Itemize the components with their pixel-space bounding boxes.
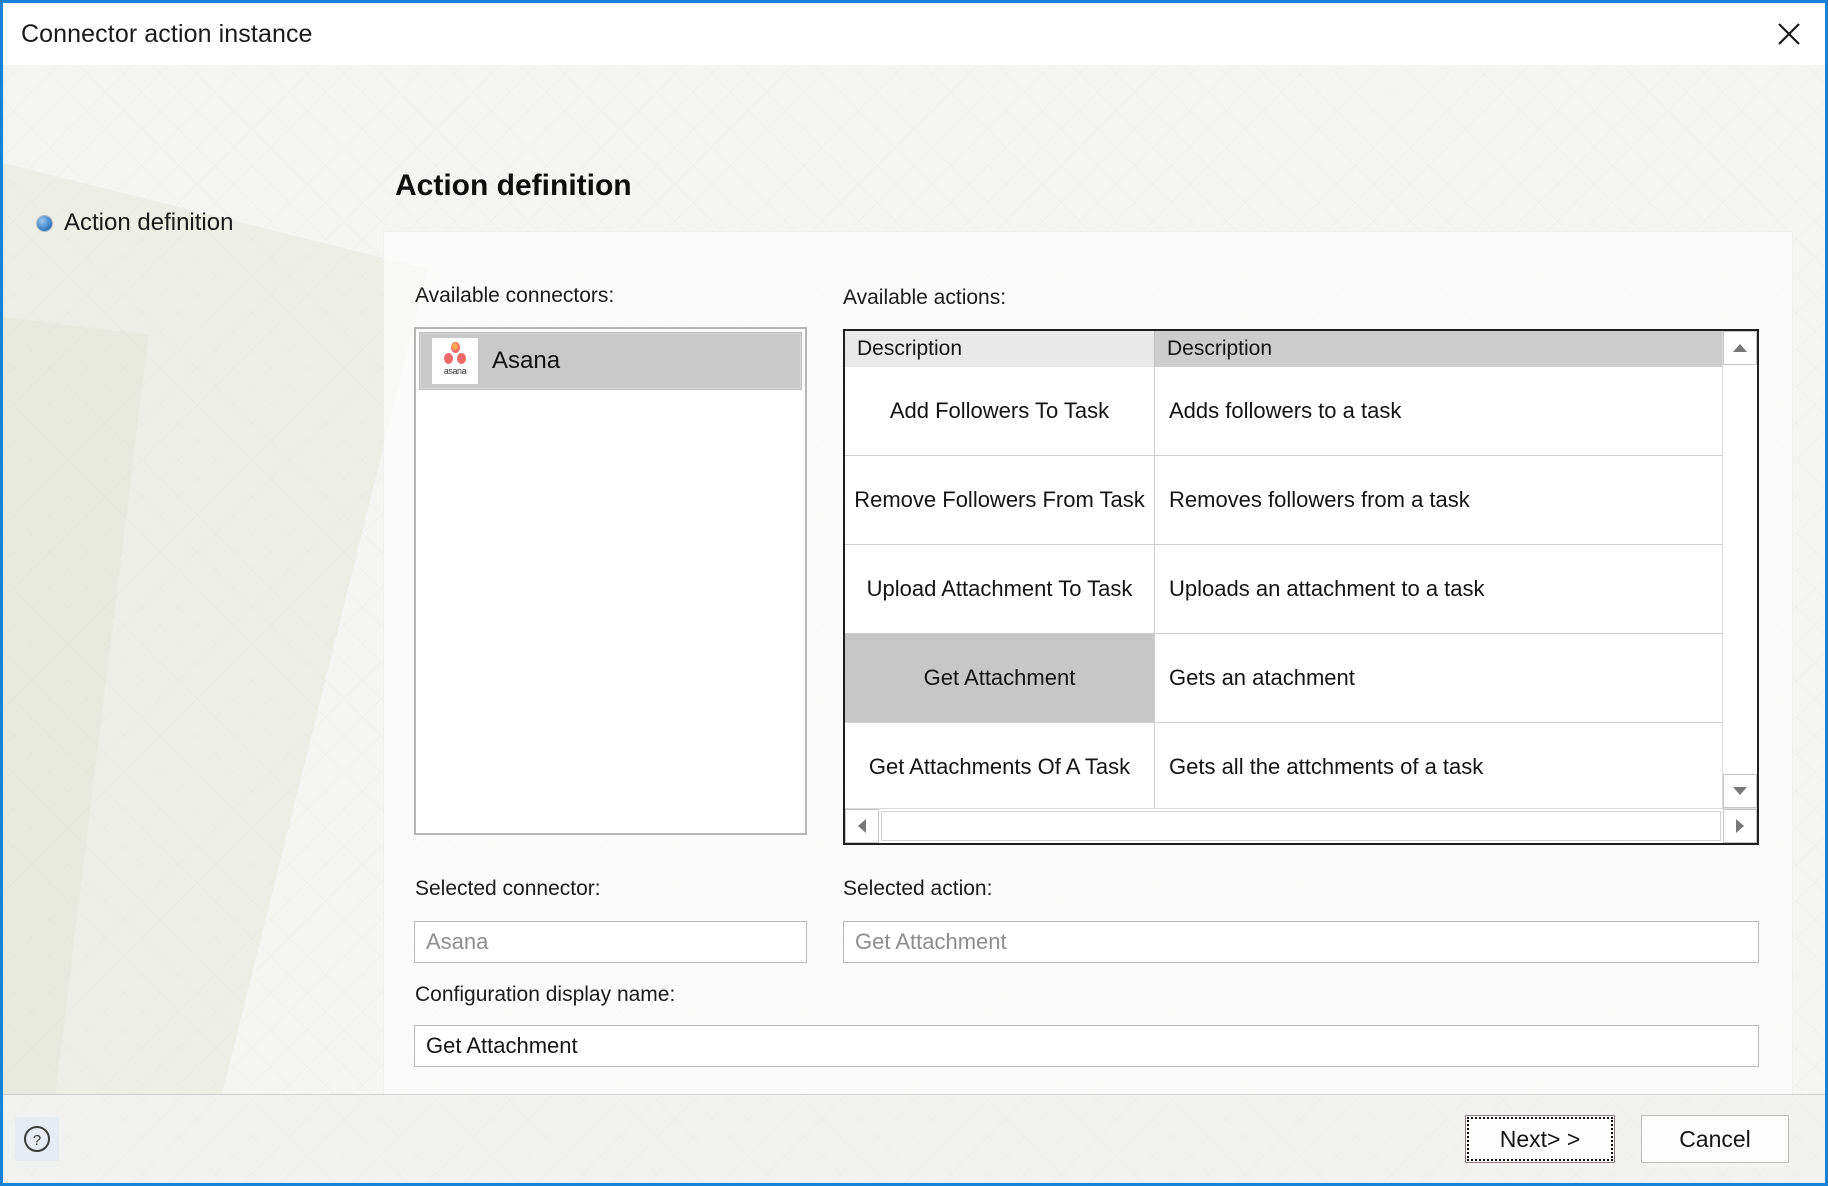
table-row[interactable]: Get Attachments Of A Task Gets all the a… <box>845 723 1722 808</box>
scroll-right-button[interactable] <box>1723 809 1757 843</box>
close-button[interactable] <box>1753 3 1825 65</box>
background-watermark-shape-1 <box>3 133 428 1094</box>
selected-connector-label: Selected connector: <box>415 877 601 900</box>
asana-dots <box>440 342 470 366</box>
available-connectors-list[interactable]: asana Asana <box>414 327 807 835</box>
scroll-up-button[interactable] <box>1723 331 1757 365</box>
window-title: Connector action instance <box>21 19 313 48</box>
next-button[interactable]: Next> > <box>1465 1115 1615 1163</box>
scroll-left-button[interactable] <box>845 809 879 843</box>
scroll-right-arrow-icon <box>1736 819 1744 833</box>
selected-action-field[interactable]: Get Attachment <box>843 921 1759 963</box>
action-name: Get Attachments Of A Task <box>845 723 1155 808</box>
selected-connector-field[interactable]: Asana <box>414 921 807 963</box>
dialog-window: Connector action instance Action definit… <box>0 0 1828 1186</box>
vertical-scrollbar[interactable] <box>1722 331 1757 808</box>
title-bar: Connector action instance <box>3 3 1825 65</box>
scroll-left-arrow-icon <box>858 819 866 833</box>
background-watermark-shape-2 <box>3 283 149 1094</box>
asana-wordmark: asana <box>443 366 467 376</box>
connector-name: Asana <box>492 347 561 374</box>
dialog-footer: ? Next> > Cancel <box>3 1094 1825 1183</box>
table-row-selected[interactable]: Get Attachment Gets an atachment <box>845 634 1722 723</box>
configuration-display-name-label: Configuration display name: <box>415 983 676 1006</box>
action-name: Upload Attachment To Task <box>845 545 1155 633</box>
scroll-up-arrow-icon <box>1733 344 1747 352</box>
action-description: Removes followers from a task <box>1169 487 1470 512</box>
wizard-step-list: Action definition <box>3 65 393 241</box>
page-title: Action definition <box>395 169 632 202</box>
horizontal-scroll-track[interactable] <box>881 811 1721 841</box>
table-row[interactable]: Remove Followers From Task Removes follo… <box>845 456 1722 545</box>
action-name: Remove Followers From Task <box>845 456 1155 544</box>
actions-table-header-row: Description Description <box>845 331 1722 367</box>
action-description: Gets an atachment <box>1169 665 1355 690</box>
scroll-down-arrow-icon <box>1733 787 1747 795</box>
actions-table-inner: Description Description Add Followers To… <box>845 331 1757 808</box>
action-name: Get Attachment <box>845 634 1155 722</box>
sidebar-item-label: Action definition <box>64 209 234 236</box>
action-description: Adds followers to a task <box>1169 398 1402 423</box>
table-row[interactable]: Add Followers To Task Adds followers to … <box>845 367 1722 456</box>
table-row[interactable]: Upload Attachment To Task Uploads an att… <box>845 545 1722 634</box>
close-icon <box>1778 23 1800 45</box>
selected-action-label: Selected action: <box>843 877 993 900</box>
column-header-description[interactable]: Description <box>1155 331 1722 367</box>
dialog-body: Action definition Action definition Avai… <box>3 65 1825 1094</box>
vertical-scroll-track[interactable] <box>1723 365 1757 774</box>
list-item[interactable]: asana Asana <box>419 332 802 390</box>
sidebar-item-action-definition[interactable]: Action definition <box>3 205 393 241</box>
action-name: Add Followers To Task <box>845 367 1155 455</box>
scroll-down-button[interactable] <box>1723 774 1757 808</box>
configuration-display-name-input[interactable]: Get Attachment <box>414 1025 1759 1067</box>
actions-grid: Description Description Add Followers To… <box>845 331 1722 808</box>
available-connectors-label: Available connectors: <box>415 284 615 307</box>
cancel-button[interactable]: Cancel <box>1641 1115 1789 1163</box>
blue-sphere-bullet-icon <box>37 215 52 231</box>
horizontal-scrollbar[interactable] <box>845 808 1757 843</box>
help-question-icon: ? <box>24 1126 50 1152</box>
help-button[interactable]: ? <box>15 1117 59 1161</box>
action-description: Uploads an attachment to a task <box>1169 576 1485 601</box>
available-actions-table: Description Description Add Followers To… <box>843 329 1759 845</box>
column-header-name[interactable]: Description <box>845 331 1155 367</box>
svg-text:?: ? <box>33 1132 41 1149</box>
asana-logo-icon: asana <box>432 338 478 384</box>
available-actions-label: Available actions: <box>843 286 1007 309</box>
actions-table-body: Add Followers To Task Adds followers to … <box>845 367 1722 808</box>
action-description: Gets all the attchments of a task <box>1169 754 1484 779</box>
